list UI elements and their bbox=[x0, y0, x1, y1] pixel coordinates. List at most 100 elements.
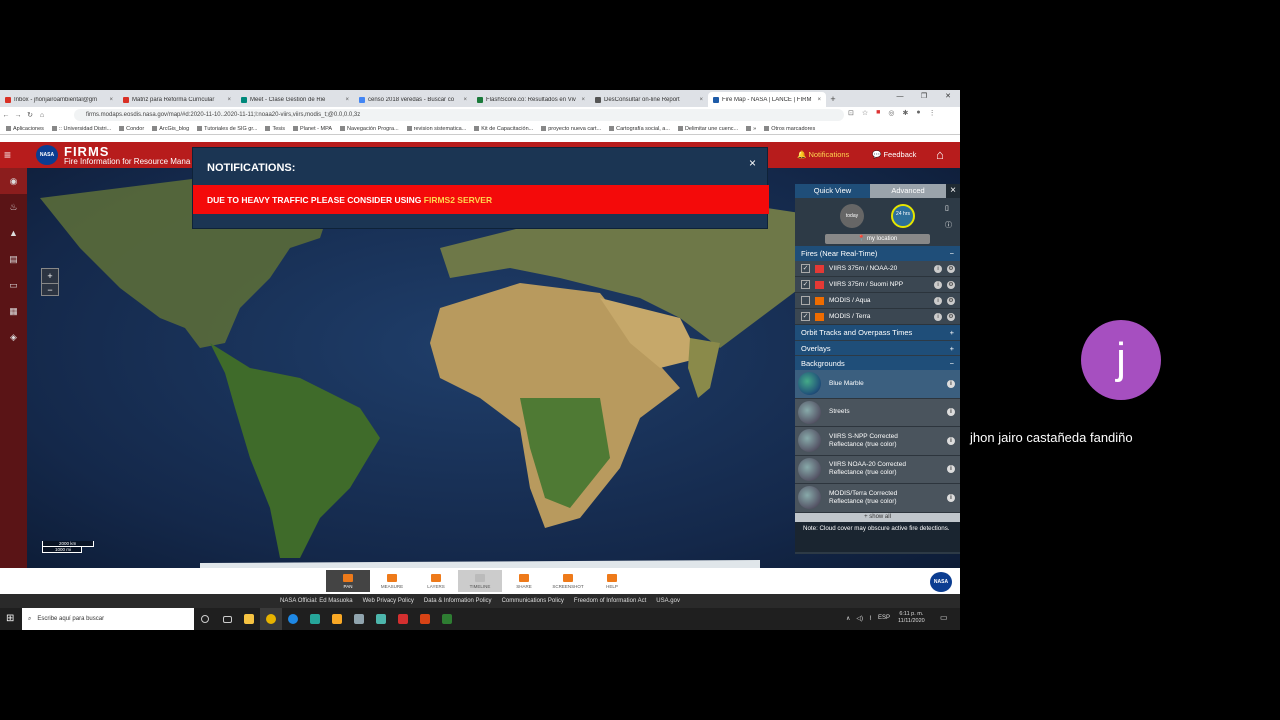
bookmark-item[interactable]: Cartografía social, a... bbox=[609, 126, 670, 132]
info-icon[interactable]: i bbox=[947, 379, 955, 388]
close-tab-icon[interactable]: × bbox=[227, 97, 231, 103]
volume-icon[interactable]: ◁) bbox=[856, 615, 863, 622]
star-icon[interactable]: ☆ bbox=[862, 109, 868, 117]
fires-section-header[interactable]: Fires (Near Real-Time) − bbox=[795, 246, 960, 261]
close-tab-icon[interactable]: × bbox=[463, 97, 467, 103]
footer-link[interactable]: NASA Official: Ed Masuoka bbox=[280, 598, 353, 604]
tool-screenshot-button[interactable]: SCREENSHOT bbox=[546, 570, 590, 592]
firms2-server-link[interactable]: FIRMS2 SERVER bbox=[424, 195, 492, 205]
info-icon[interactable]: i bbox=[947, 408, 955, 417]
layer-checkbox[interactable]: ✓ bbox=[801, 264, 810, 273]
browser-tab[interactable]: Inbox - jhonjairoambiental@gm × bbox=[0, 92, 118, 107]
bookmark-item[interactable]: Navegación Progra... bbox=[340, 126, 399, 132]
footer-link[interactable]: Data & Information Policy bbox=[424, 598, 492, 604]
browser-tab[interactable]: DesConsultar on-line Report × bbox=[590, 92, 708, 107]
browser-tab[interactable]: censo 2018 veredas - Buscar co × bbox=[354, 92, 472, 107]
forward-icon[interactable]: → bbox=[12, 112, 24, 119]
close-tab-icon[interactable]: × bbox=[109, 97, 113, 103]
overlays-section-header[interactable]: Overlays + bbox=[795, 340, 960, 355]
info-icon[interactable]: i bbox=[934, 296, 942, 305]
background-option[interactable]: VIIRS S-NPP Corrected Reflectance (true … bbox=[795, 427, 960, 456]
tool-layers-button[interactable]: LAYERS bbox=[414, 570, 458, 592]
background-option[interactable]: Blue Marble i bbox=[795, 370, 960, 399]
expand-icon[interactable]: + bbox=[950, 328, 954, 337]
tool-measure-button[interactable]: MEASURE bbox=[370, 570, 414, 592]
fire-layer-row[interactable]: ✓ MODIS / Terra i ⚙ bbox=[795, 309, 960, 325]
edge-icon[interactable] bbox=[282, 608, 304, 630]
taskbar-search[interactable]: ⌕ Escribe aquí para buscar bbox=[22, 608, 194, 630]
today-button[interactable]: today bbox=[840, 204, 864, 228]
close-window-icon[interactable]: ✕ bbox=[936, 90, 960, 104]
extension-icon[interactable]: ■ bbox=[876, 109, 880, 117]
fire-layer-row[interactable]: MODIS / Aqua i ⚙ bbox=[795, 293, 960, 309]
clock[interactable]: 6:11 p. m. 11/11/2020 bbox=[898, 611, 925, 625]
notification-center-icon[interactable]: ▭ bbox=[940, 613, 948, 622]
nasa-logo-footer[interactable]: NASA bbox=[930, 572, 952, 592]
close-tab-icon[interactable]: × bbox=[345, 97, 349, 103]
info-icon[interactable]: i bbox=[947, 436, 955, 445]
close-tab-icon[interactable]: × bbox=[699, 97, 703, 103]
layer-checkbox[interactable]: ✓ bbox=[801, 280, 810, 289]
footer-link[interactable]: Web Privacy Policy bbox=[363, 598, 414, 604]
alert-icon[interactable]: ▲ bbox=[0, 220, 27, 246]
task-view-icon[interactable] bbox=[216, 608, 238, 630]
bookmark-item[interactable]: Planet - MPA bbox=[293, 126, 332, 132]
info-icon[interactable]: i bbox=[934, 312, 942, 321]
bookmark-item[interactable]: Condor bbox=[119, 126, 144, 132]
excel-icon[interactable] bbox=[436, 608, 458, 630]
new-tab-button[interactable]: + bbox=[826, 92, 840, 107]
package-icon[interactable]: ◈ bbox=[0, 324, 27, 350]
acrobat-icon[interactable] bbox=[392, 608, 414, 630]
collapse-icon[interactable]: − bbox=[950, 249, 954, 258]
feedback-link[interactable]: 💬 Feedback bbox=[872, 150, 916, 159]
expand-icon[interactable]: + bbox=[950, 344, 954, 353]
bookmark-item[interactable]: :: Universidad Distri... bbox=[51, 126, 111, 132]
menu-icon[interactable]: ⋮ bbox=[929, 109, 936, 117]
bookmark-item[interactable]: proyecto nueva cart... bbox=[541, 126, 601, 132]
powerpoint-icon[interactable] bbox=[414, 608, 436, 630]
background-option[interactable]: MODIS/Terra Corrected Reflectance (true … bbox=[795, 484, 960, 513]
grid-app-icon[interactable] bbox=[304, 608, 326, 630]
24hrs-button[interactable]: 24 hrs bbox=[891, 204, 915, 228]
bookmark-item[interactable]: Kit de Capacitación... bbox=[474, 126, 533, 132]
fire-layer-row[interactable]: ✓ VIIRS 375m / Suomi NPP i ⚙ bbox=[795, 277, 960, 293]
maximize-icon[interactable]: ❐ bbox=[912, 90, 936, 104]
bookmark-item[interactable]: ArcGis_blog bbox=[152, 126, 189, 132]
zoom-out-button[interactable]: − bbox=[42, 283, 58, 296]
show-all-button[interactable]: + show all bbox=[795, 512, 960, 522]
bookmark-item[interactable]: Tutoriales de SIG gr... bbox=[197, 126, 257, 132]
reload-icon[interactable]: ↻ bbox=[24, 111, 36, 119]
tool-help-button[interactable]: HELP bbox=[590, 570, 634, 592]
browser-tab[interactable]: Matriz para Reforma Curricular × bbox=[118, 92, 236, 107]
bookmark-icon[interactable]: ▯ bbox=[945, 204, 949, 212]
tool-timeline-button[interactable]: TIMELINE bbox=[458, 570, 502, 592]
url-field[interactable]: firms.modaps.eosdis.nasa.gov/map/#d:2020… bbox=[74, 109, 844, 121]
hamburger-menu-icon[interactable]: ≡ bbox=[4, 148, 11, 162]
tool-share-button[interactable]: SHARE bbox=[502, 570, 546, 592]
puzzle-icon[interactable]: ✱ bbox=[903, 109, 909, 117]
home-icon[interactable]: ⌂ bbox=[36, 112, 48, 119]
info-icon[interactable]: ⓘ bbox=[945, 220, 952, 230]
close-tab-icon[interactable]: × bbox=[581, 97, 585, 103]
close-icon[interactable]: × bbox=[946, 184, 960, 198]
extension-icon[interactable]: ◎ bbox=[888, 109, 894, 117]
network-icon[interactable]: ⌇ bbox=[869, 615, 872, 622]
backgrounds-section-header[interactable]: Backgrounds − bbox=[795, 355, 960, 370]
chrome-icon[interactable] bbox=[260, 608, 282, 630]
fire-icon[interactable]: ♨ bbox=[0, 194, 27, 220]
settings-icon[interactable]: ⚙ bbox=[947, 264, 955, 273]
bookmark-item[interactable]: revision sistematica... bbox=[406, 126, 466, 132]
my-location-button[interactable]: 📍 my location bbox=[825, 234, 930, 244]
tray-chevron-icon[interactable]: ∧ bbox=[846, 615, 850, 622]
info-icon[interactable]: i bbox=[934, 280, 942, 289]
info-icon[interactable]: i bbox=[947, 493, 955, 502]
bookmark-item[interactable]: » bbox=[746, 126, 756, 132]
close-tab-icon[interactable]: × bbox=[817, 97, 821, 103]
app-icon[interactable] bbox=[348, 608, 370, 630]
browser-tab[interactable]: Meet - Clase Gestión de Rie × bbox=[236, 92, 354, 107]
bookmark-item[interactable]: Tesis bbox=[265, 126, 285, 132]
settings-icon[interactable]: ⚙ bbox=[947, 280, 955, 289]
back-icon[interactable]: ← bbox=[0, 112, 12, 119]
info-icon[interactable]: i bbox=[934, 264, 942, 273]
monitor-icon[interactable]: ▭ bbox=[0, 272, 27, 298]
